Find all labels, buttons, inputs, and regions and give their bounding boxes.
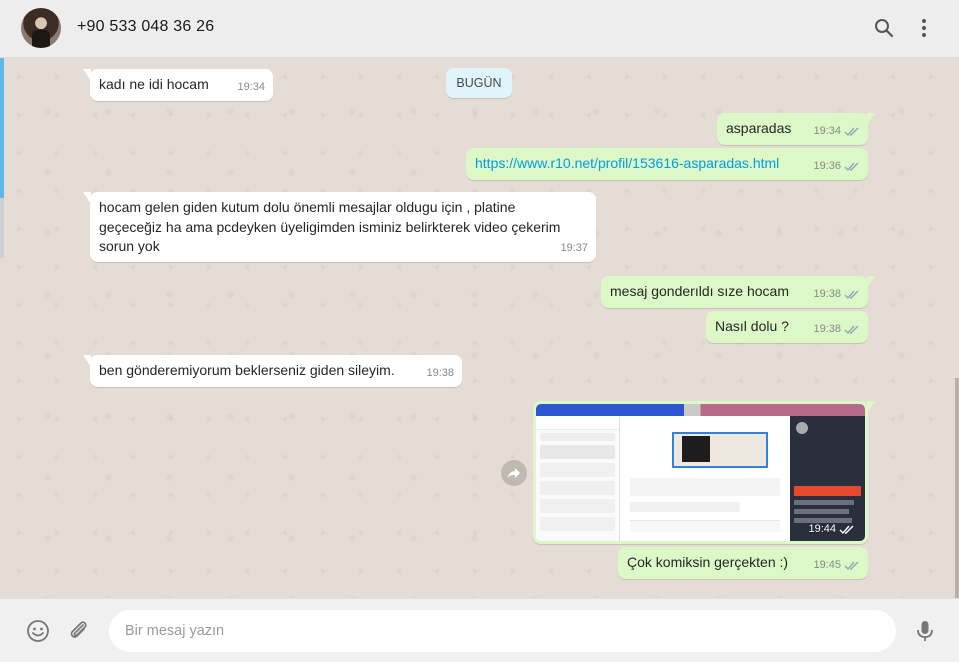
composer (0, 598, 959, 662)
search-icon[interactable] (872, 16, 896, 40)
microphone-icon[interactable] (912, 618, 938, 644)
message-time: 19:34 (237, 80, 265, 93)
message-outgoing[interactable]: mesaj gonderıldı sıze hocam 19:38 (601, 276, 875, 308)
read-receipt-icon (844, 127, 859, 136)
message-text: kadı ne idi hocam (99, 76, 209, 92)
left-edge-strip-lower (0, 198, 4, 258)
message-outgoing[interactable]: Çok komiksin gerçekten :) 19:45 (618, 547, 868, 579)
message-text: asparadas (726, 120, 792, 136)
message-outgoing[interactable]: asparadas 19:34 (717, 113, 875, 145)
message-outgoing[interactable]: https://www.r10.net/profil/153616-aspara… (466, 148, 868, 180)
date-divider: BUGÜN (446, 68, 512, 98)
read-receipt-icon (839, 525, 854, 534)
read-receipt-icon (844, 561, 859, 570)
message-outgoing[interactable]: Nasıl dolu ? 19:38 (706, 311, 868, 343)
image-thumbnail[interactable]: 19:44 (536, 404, 865, 541)
chat-header: +90 533 048 36 26 (0, 0, 959, 58)
left-edge-strip (0, 58, 4, 198)
message-text: hocam gelen giden kutum dolu önemli mesa… (99, 199, 561, 254)
message-text: mesaj gonderıldı sıze hocam (610, 283, 789, 299)
read-receipt-icon (844, 290, 859, 299)
message-time: 19:37 (560, 241, 588, 254)
chat-scrollbar[interactable] (955, 378, 959, 598)
message-link[interactable]: https://www.r10.net/profil/153616-aspara… (475, 155, 779, 171)
message-time: 19:38 (426, 366, 454, 379)
forward-icon[interactable] (501, 460, 527, 486)
message-text: Nasıl dolu ? (715, 318, 789, 334)
message-text: Çok komiksin gerçekten :) (627, 554, 789, 570)
read-receipt-icon (844, 162, 859, 171)
message-time: 19:45 (813, 558, 841, 571)
message-time: 19:34 (813, 124, 841, 137)
message-time: 19:38 (813, 287, 841, 300)
message-time: 19:36 (813, 159, 841, 172)
menu-icon[interactable] (912, 16, 936, 40)
message-incoming[interactable]: kadı ne idi hocam 19:34 (83, 69, 273, 101)
read-receipt-icon (844, 325, 859, 334)
message-list[interactable]: BUGÜN kadı ne idi hocam 19:34 asparadas … (0, 58, 959, 598)
message-incoming[interactable]: hocam gelen giden kutum dolu önemli mesa… (83, 192, 596, 262)
contact-name[interactable]: +90 533 048 36 26 (77, 18, 214, 36)
emoji-icon[interactable] (25, 618, 51, 644)
message-incoming[interactable]: ben gönderemiyorum beklerseniz giden sil… (83, 355, 462, 387)
attach-icon[interactable] (66, 618, 92, 644)
message-time: 19:44 (808, 523, 836, 535)
avatar[interactable] (21, 8, 61, 48)
message-input[interactable] (109, 610, 896, 652)
message-time: 19:38 (813, 322, 841, 335)
message-text: ben gönderemiyorum beklerseniz giden sil… (99, 362, 395, 378)
message-image[interactable]: 19:44 (533, 401, 875, 544)
